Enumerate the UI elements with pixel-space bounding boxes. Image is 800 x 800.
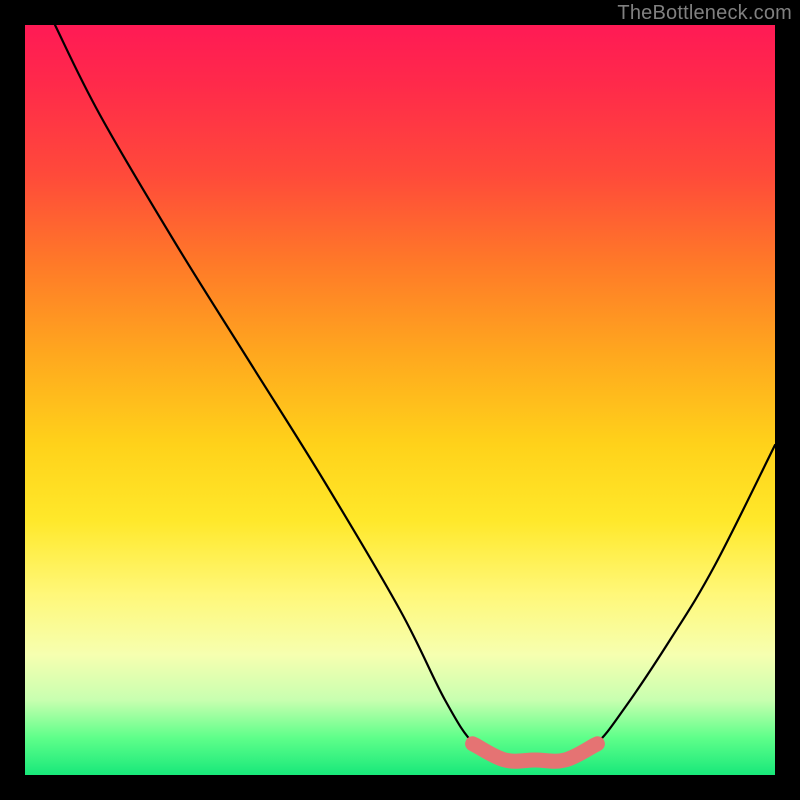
chart-overlay: [25, 25, 775, 775]
chart-frame: TheBottleneck.com: [0, 0, 800, 800]
coral-band: [473, 744, 598, 761]
plot-border: [25, 25, 775, 775]
attribution-text: TheBottleneck.com: [617, 2, 792, 25]
bottleneck-curve: [55, 25, 775, 761]
